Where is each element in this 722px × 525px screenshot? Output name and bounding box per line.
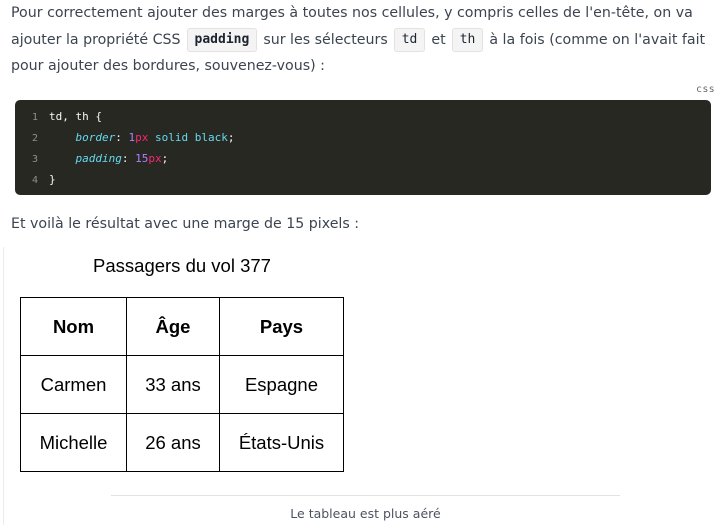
table-cell: Michelle: [20, 413, 127, 472]
table-cell: 26 ans: [126, 413, 220, 472]
inline-code-th: th: [451, 27, 484, 52]
table-cell: 33 ans: [126, 355, 220, 414]
code-line: 3 padding: 15px;: [15, 148, 168, 169]
code-line: 4}: [15, 169, 56, 190]
code-number: 15: [135, 152, 149, 165]
passengers-table: Nom Âge Pays Carmen 33 ans Espagne Miche…: [20, 297, 344, 472]
result-figure: Passagers du vol 377 Nom Âge Pays Carmen…: [3, 247, 722, 525]
result-paragraph: Et voilà le résultat avec une marge de 1…: [11, 216, 360, 232]
intro-paragraph: Pour correctement ajouter des marges à t…: [11, 0, 717, 80]
code-colon: :: [115, 131, 129, 144]
intro-text: sur les sélecteurs: [263, 31, 388, 48]
figure-caption: Le tableau est plus aéré: [290, 506, 441, 521]
code-line: 1 td, th {: [15, 106, 102, 127]
inline-code-padding: padding: [186, 27, 258, 52]
table-caption-title: Passagers du vol 377: [93, 255, 271, 276]
code-unit: px: [148, 152, 162, 165]
code-semicolon: ;: [227, 131, 235, 144]
code-semicolon: ;: [161, 152, 169, 165]
code-selector: td, th {: [49, 110, 102, 123]
code-value: solid black: [148, 131, 228, 144]
table-cell: États-Unis: [219, 413, 344, 472]
header-cell: Âge: [126, 297, 220, 356]
inline-code-td: td: [393, 27, 426, 52]
header-cell: Pays: [219, 297, 344, 356]
code-property: border: [75, 131, 116, 144]
line-number: 3: [31, 154, 38, 165]
code-close-brace: }: [49, 173, 56, 186]
intro-text: et: [431, 31, 446, 48]
header-cell: Nom: [20, 297, 127, 356]
line-number: 2: [31, 133, 38, 144]
code-unit: px: [135, 131, 149, 144]
code-colon: :: [121, 152, 136, 165]
table-cell: Espagne: [219, 355, 344, 414]
code-line: 2 border: 1px solid black;: [15, 127, 235, 148]
code-block[interactable]: 1 td, th { 2 border: 1px solid black; 3 p…: [15, 100, 711, 195]
line-number: 4: [31, 175, 38, 186]
table-header-row: Nom Âge Pays: [20, 297, 344, 356]
table-row: Carmen 33 ans Espagne: [20, 355, 344, 414]
line-number: 1: [31, 112, 38, 123]
code-language-label: css: [696, 84, 715, 95]
caption-divider: [111, 495, 620, 496]
table-cell: Carmen: [20, 355, 127, 414]
table-row: Michelle 26 ans États-Unis: [20, 413, 344, 472]
code-property: padding: [75, 152, 122, 165]
